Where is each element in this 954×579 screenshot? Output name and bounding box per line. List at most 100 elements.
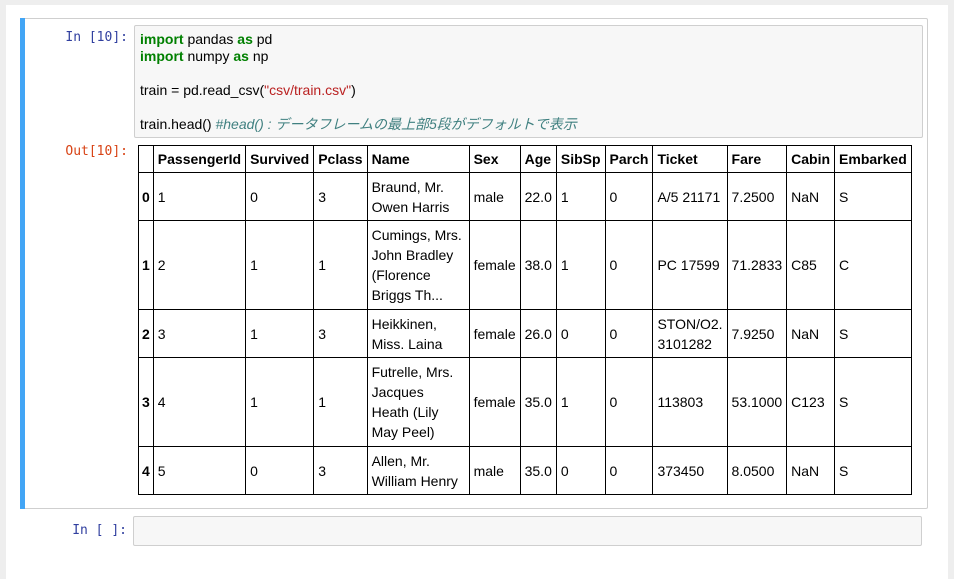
table-cell: 53.1000: [726, 357, 788, 447]
table-cell: NaN: [786, 309, 836, 358]
column-header: Fare: [726, 145, 788, 173]
table-row: 0 1 0 3 Braund, Mr. Owen Harris male 22.…: [138, 172, 912, 221]
index-header: [138, 145, 154, 173]
table-cell: 35.0: [519, 357, 557, 447]
table-cell: 38.0: [519, 220, 557, 310]
table-cell: 0: [245, 172, 315, 221]
code-cell-selected[interactable]: In [10]: import pandas as pd import nump…: [20, 18, 928, 509]
table-cell: C: [834, 220, 912, 310]
table-cell: 373450: [652, 446, 728, 495]
input-prompt-empty: In [ ]:: [72, 523, 127, 538]
table-cell: 0: [604, 220, 654, 310]
table-cell: 113803: [652, 357, 728, 447]
table-cell: C123: [786, 357, 836, 447]
table-cell: 3: [313, 172, 368, 221]
table-cell: female: [468, 309, 521, 358]
table-cell: 8.0500: [726, 446, 788, 495]
code-cell-empty[interactable]: In [ ]:: [20, 516, 928, 552]
code-editor-empty[interactable]: [133, 516, 922, 546]
code-text: pd: [252, 31, 273, 47]
table-cell: 7.2500: [726, 172, 788, 221]
table-cell: 3: [313, 309, 368, 358]
table-cell: 2: [152, 220, 247, 310]
table-cell: NaN: [786, 172, 836, 221]
column-header: Embarked: [834, 145, 912, 173]
table-cell: Allen, Mr. William Henry: [366, 446, 470, 495]
code-text: pandas: [183, 31, 238, 47]
column-header: PassengerId: [152, 145, 247, 173]
table-cell: Braund, Mr. Owen Harris: [366, 172, 470, 221]
table-cell: 0: [604, 357, 654, 447]
dataframe-table: PassengerId Survived Pclass Name Sex Age…: [138, 145, 912, 495]
table-header-row: PassengerId Survived Pclass Name Sex Age…: [138, 145, 912, 173]
table-cell: female: [468, 357, 521, 447]
table-cell: 22.0: [519, 172, 557, 221]
table-cell: 1: [245, 309, 315, 358]
table-cell: 1: [555, 220, 606, 310]
input-prompt: In [10]:: [65, 30, 128, 45]
table-cell: Cumings, Mrs. John Bradley (Florence Bri…: [366, 220, 470, 310]
table-row: 4 5 0 3 Allen, Mr. William Henry male 35…: [138, 446, 912, 495]
code-editor[interactable]: import pandas as pd import numpy as np t…: [134, 25, 923, 138]
column-header: Cabin: [786, 145, 836, 173]
table-cell: NaN: [786, 446, 836, 495]
row-index: 3: [138, 357, 154, 447]
column-header: Sex: [468, 145, 521, 173]
row-index: 2: [138, 309, 154, 358]
table-cell: male: [468, 172, 521, 221]
code-keyword: import: [140, 31, 184, 47]
table-cell: 3: [152, 309, 247, 358]
table-row: 2 3 1 3 Heikkinen, Miss. Laina female 26…: [138, 309, 912, 358]
table-cell: Futrelle, Mrs. Jacques Heath (Lily May P…: [366, 357, 470, 447]
row-index: 1: [138, 220, 154, 310]
table-cell: 35.0: [519, 446, 557, 495]
table-cell: A/5 21171: [652, 172, 728, 221]
table-cell: 0: [604, 309, 654, 358]
code-line-2: import numpy as np: [140, 48, 917, 65]
row-index: 0: [138, 172, 154, 221]
table-cell: 4: [152, 357, 247, 447]
code-text: np: [248, 48, 269, 64]
code-comment: #head() : データフレームの最上部5段がデフォルトで表示: [215, 116, 577, 132]
table-cell: 71.2833: [726, 220, 788, 310]
table-cell: STON/O2. 3101282: [652, 309, 728, 358]
column-header: Name: [366, 145, 470, 173]
selected-cell-indicator: [20, 18, 25, 509]
table-cell: 5: [152, 446, 247, 495]
table-cell: 1: [152, 172, 247, 221]
code-line-4: train.head() #head() : データフレームの最上部5段がデフォ…: [140, 116, 917, 133]
code-text: ): [351, 82, 356, 98]
column-header: Survived: [245, 145, 315, 173]
output-prompt: Out[10]:: [65, 144, 128, 159]
column-header: Age: [519, 145, 557, 173]
table-cell: PC 17599: [652, 220, 728, 310]
code-line-3: train = pd.read_csv("csv/train.csv"): [140, 82, 917, 99]
notebook-page: In [10]: import pandas as pd import nump…: [6, 5, 948, 579]
row-index: 4: [138, 446, 154, 495]
table-cell: 26.0: [519, 309, 557, 358]
code-keyword: as: [237, 31, 253, 47]
column-header: SibSp: [555, 145, 606, 173]
table-cell: C85: [786, 220, 836, 310]
column-header: Ticket: [652, 145, 728, 173]
table-cell: 0: [604, 172, 654, 221]
table-cell: female: [468, 220, 521, 310]
table-cell: S: [834, 357, 912, 447]
table-cell: 0: [555, 446, 606, 495]
table-cell: Heikkinen, Miss. Laina: [366, 309, 470, 358]
table-cell: 0: [555, 309, 606, 358]
column-header: Parch: [604, 145, 654, 173]
code-text: train.head(): [140, 116, 216, 132]
table-cell: 1: [245, 357, 315, 447]
table-row: 1 2 1 1 Cumings, Mrs. John Bradley (Flor…: [138, 220, 912, 310]
code-string: "csv/train.csv": [264, 82, 352, 98]
table-cell: 0: [604, 446, 654, 495]
table-cell: 1: [245, 220, 315, 310]
table-cell: S: [834, 172, 912, 221]
code-keyword: import: [140, 48, 184, 64]
code-line-1: import pandas as pd: [140, 31, 917, 48]
code-text: numpy: [183, 48, 234, 64]
code-text: train = pd.read_csv(: [140, 82, 265, 98]
